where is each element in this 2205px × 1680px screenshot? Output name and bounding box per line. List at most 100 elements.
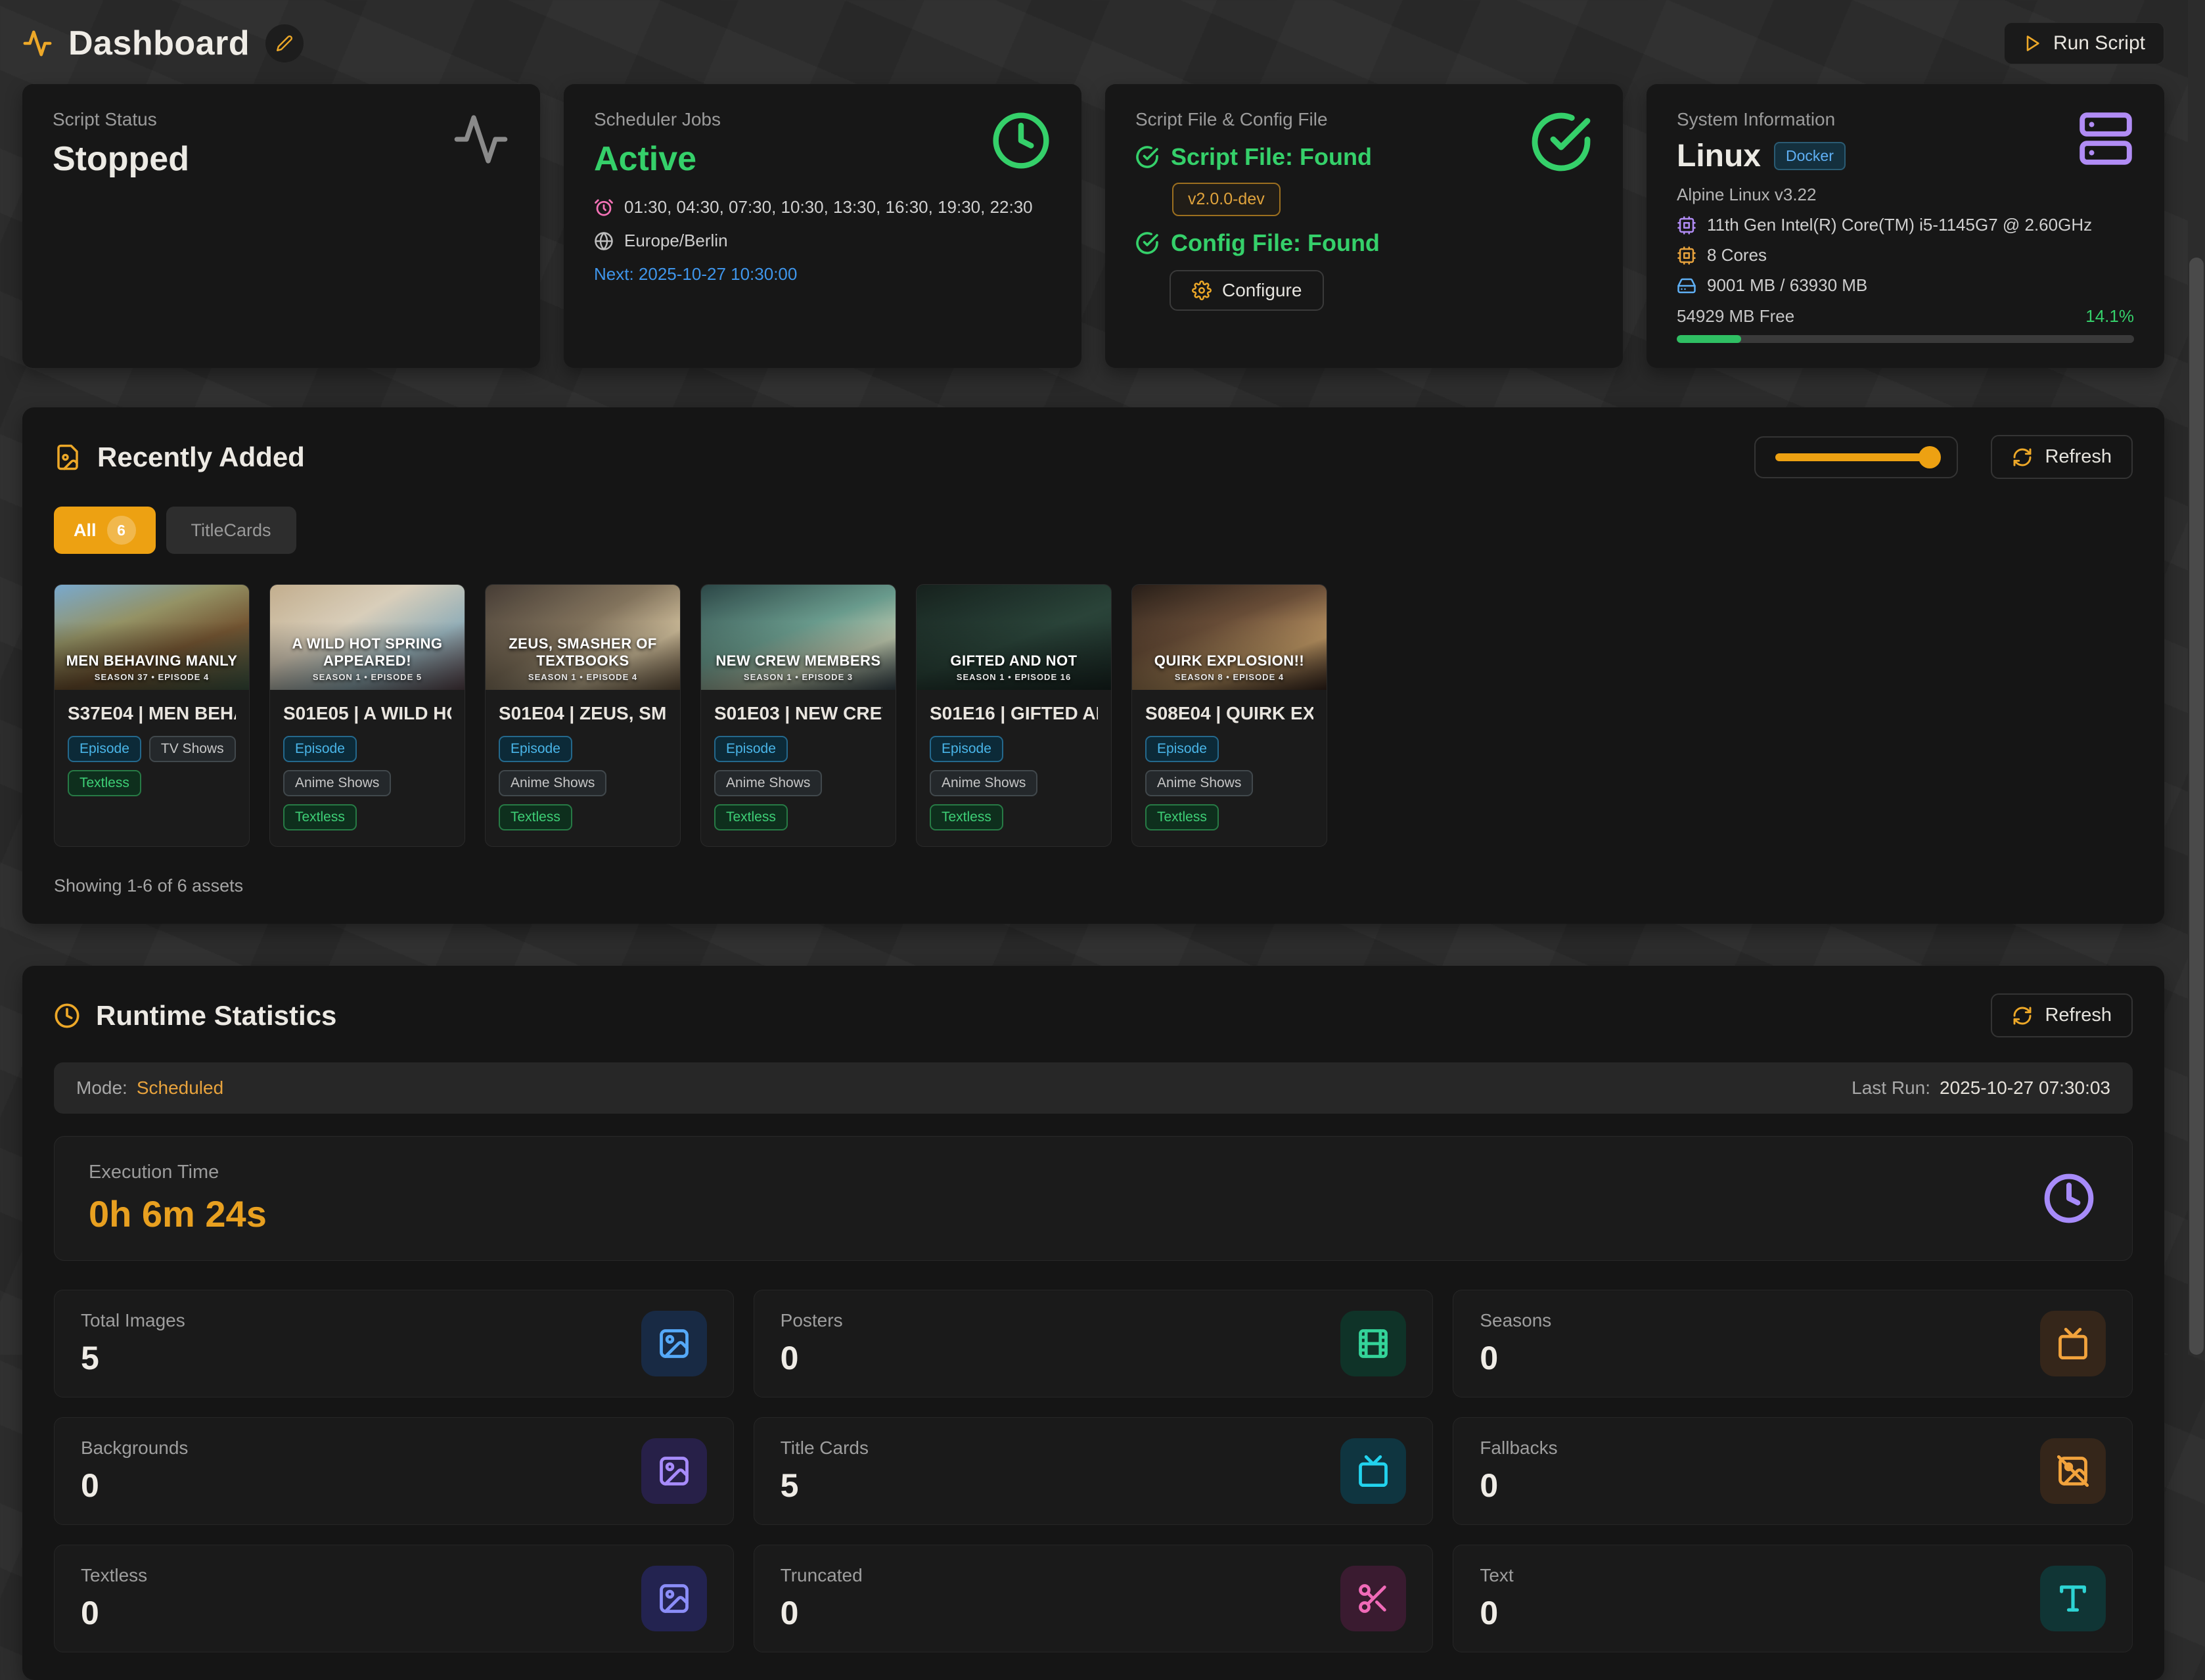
cpu-text: 11th Gen Intel(R) Core(TM) i5-1145G7 @ 2… bbox=[1707, 215, 2092, 235]
refresh-assets-button[interactable]: Refresh bbox=[1991, 435, 2133, 479]
stat-icon bbox=[641, 1566, 707, 1631]
asset-badge-textless: Textless bbox=[283, 804, 357, 830]
stat-card: Truncated 0 bbox=[754, 1545, 1434, 1652]
asset-card[interactable]: QUIRK EXPLOSION!! SEASON 8 • EPISODE 4 S… bbox=[1131, 584, 1327, 847]
stat-label: Total Images bbox=[81, 1310, 185, 1331]
check-circle-icon bbox=[1135, 231, 1159, 255]
asset-name: S01E16 | GIFTED AND NOT bbox=[930, 703, 1098, 724]
script-status-value: Stopped bbox=[53, 139, 510, 179]
thumbnail-subtitle: SEASON 37 • EPISODE 4 bbox=[55, 672, 249, 682]
stat-icon bbox=[2040, 1566, 2106, 1631]
asset-card[interactable]: A WILD HOT SPRING APPEARED! SEASON 1 • E… bbox=[269, 584, 465, 847]
tab-titlecards-label: TitleCards bbox=[191, 520, 271, 541]
asset-name: S01E03 | NEW CREW ME... bbox=[714, 703, 882, 724]
cpu-row: 11th Gen Intel(R) Core(TM) i5-1145G7 @ 2… bbox=[1677, 215, 2134, 235]
slider-thumb[interactable] bbox=[1919, 446, 1941, 468]
asset-badge-category: Anime Shows bbox=[930, 770, 1037, 796]
page-title: Dashboard bbox=[68, 24, 250, 63]
recently-added-title: Recently Added bbox=[97, 442, 305, 473]
pulse-icon bbox=[452, 110, 510, 168]
run-mode-bar: Mode: Scheduled Last Run: 2025-10-27 07:… bbox=[54, 1062, 2133, 1114]
memory-progress-bar bbox=[1677, 335, 2134, 343]
asset-card[interactable]: GIFTED AND NOT SEASON 1 • EPISODE 16 S01… bbox=[916, 584, 1112, 847]
check-circle-icon bbox=[1530, 110, 1593, 173]
edit-dashboard-button[interactable] bbox=[265, 24, 304, 62]
asset-badges: EpisodeAnime ShowsTextless bbox=[499, 736, 667, 830]
asset-badge-category: Anime Shows bbox=[1145, 770, 1253, 796]
tab-all[interactable]: All 6 bbox=[54, 507, 156, 554]
asset-badge-episode: Episode bbox=[930, 736, 1003, 762]
asset-card[interactable]: ZEUS, SMASHER OF TEXTBOOKS SEASON 1 • EP… bbox=[485, 584, 681, 847]
asset-thumbnail: QUIRK EXPLOSION!! SEASON 8 • EPISODE 4 bbox=[1132, 585, 1327, 690]
asset-thumbnail: ZEUS, SMASHER OF TEXTBOOKS SEASON 1 • EP… bbox=[486, 585, 680, 690]
asset-badge-textless: Textless bbox=[930, 804, 1003, 830]
clock-icon bbox=[2043, 1172, 2095, 1225]
asset-badges: Episode Anime Shows Textless bbox=[930, 736, 1098, 830]
scrollbar-thumb[interactable] bbox=[2189, 258, 2204, 1355]
clock-icon bbox=[54, 1003, 80, 1029]
run-script-label: Run Script bbox=[2053, 32, 2145, 55]
asset-badges: EpisodeAnime ShowsTextless bbox=[283, 736, 451, 830]
refresh-label: Refresh bbox=[2045, 446, 2112, 468]
check-circle-icon bbox=[1135, 145, 1159, 169]
asset-grid: MEN BEHAVING MANLY SEASON 37 • EPISODE 4… bbox=[54, 584, 2133, 847]
clock-icon bbox=[991, 110, 1051, 171]
scheduler-jobs-card: Scheduler Jobs Active 01:30, 04:30, 07:3… bbox=[564, 84, 1081, 368]
activity-icon bbox=[22, 28, 53, 58]
distro-text: Alpine Linux v3.22 bbox=[1677, 185, 2134, 205]
stat-card: Seasons 0 bbox=[1453, 1290, 2133, 1397]
asset-thumbnail: GIFTED AND NOT SEASON 1 • EPISODE 16 bbox=[917, 585, 1111, 690]
config-file-status: Config File: Found bbox=[1135, 229, 1593, 257]
stats-grid: Total Images 5 Posters 0 bbox=[54, 1290, 2133, 1652]
file-image-icon bbox=[54, 443, 81, 471]
asset-name: S08E04 | QUIRK EXPLOSI... bbox=[1145, 703, 1313, 724]
mode-label: Mode: bbox=[76, 1078, 127, 1099]
alarm-clock-icon bbox=[594, 198, 614, 217]
memory-used-percent: 14.1% bbox=[2085, 306, 2134, 327]
runtime-statistics-section: Runtime Statistics Refresh Mode: Schedul… bbox=[22, 966, 2164, 1680]
stat-card: Title Cards 5 bbox=[754, 1417, 1434, 1525]
files-card: Script File & Config File Script File: F… bbox=[1105, 84, 1623, 368]
recently-added-section: Recently Added Refresh All 6 TitleCards bbox=[22, 407, 2164, 924]
docker-badge: Docker bbox=[1774, 142, 1846, 170]
refresh-stats-button[interactable]: Refresh bbox=[1991, 993, 2133, 1037]
asset-badge-category: Anime Shows bbox=[714, 770, 822, 796]
scheduler-next-run: Next: 2025-10-27 10:30:00 bbox=[594, 264, 1051, 284]
stat-icon bbox=[641, 1311, 707, 1376]
asset-card[interactable]: NEW CREW MEMBERS SEASON 1 • EPISODE 3 S0… bbox=[700, 584, 896, 847]
asset-thumbnail: MEN BEHAVING MANLY SEASON 37 • EPISODE 4 bbox=[55, 585, 249, 690]
run-script-button[interactable]: Run Script bbox=[2004, 22, 2164, 64]
thumbnail-title: A WILD HOT SPRING APPEARED! bbox=[270, 635, 465, 670]
config-file-text: Config File: Found bbox=[1171, 229, 1380, 257]
refresh-icon bbox=[2012, 447, 2033, 468]
tab-all-label: All bbox=[74, 520, 97, 541]
asset-badge-episode: Episode bbox=[714, 736, 788, 762]
stat-icon bbox=[1340, 1438, 1406, 1504]
memory-text: 9001 MB / 63930 MB bbox=[1707, 275, 1867, 296]
asset-name: S01E05 | A WILD HOT SP... bbox=[283, 703, 451, 724]
asset-card[interactable]: MEN BEHAVING MANLY SEASON 37 • EPISODE 4… bbox=[54, 584, 250, 847]
stat-label: Seasons bbox=[1480, 1310, 1551, 1331]
globe-icon bbox=[594, 231, 614, 251]
asset-badge-episode: Episode bbox=[1145, 736, 1219, 762]
stat-label: Textless bbox=[81, 1565, 147, 1586]
stat-value: 0 bbox=[1480, 1466, 1557, 1505]
stat-label: Truncated bbox=[781, 1565, 863, 1586]
tab-titlecards[interactable]: TitleCards bbox=[166, 507, 296, 554]
asset-badge-textless: Textless bbox=[68, 770, 141, 796]
page-scrollbar[interactable] bbox=[2188, 0, 2205, 1355]
asset-thumbnail: NEW CREW MEMBERS SEASON 1 • EPISODE 3 bbox=[701, 585, 896, 690]
script-status-card: Script Status Stopped bbox=[22, 84, 540, 368]
script-file-status: Script File: Found bbox=[1135, 143, 1593, 171]
thumbnail-title: QUIRK EXPLOSION!! bbox=[1132, 652, 1327, 670]
system-info-card: System Information Linux Docker Alpine L… bbox=[1647, 84, 2164, 368]
configure-button[interactable]: Configure bbox=[1170, 270, 1324, 311]
thumbnail-size-slider[interactable] bbox=[1754, 436, 1958, 478]
page-header: Dashboard Run Script bbox=[22, 12, 2164, 75]
asset-badge-textless: Textless bbox=[1145, 804, 1219, 830]
asset-badge-category: TV Shows bbox=[149, 736, 236, 762]
memory-row: 9001 MB / 63930 MB bbox=[1677, 275, 2134, 296]
thumbnail-subtitle: SEASON 1 • EPISODE 4 bbox=[486, 672, 680, 682]
thumbnail-subtitle: SEASON 8 • EPISODE 4 bbox=[1132, 672, 1327, 682]
mode-value: Scheduled bbox=[137, 1078, 223, 1099]
